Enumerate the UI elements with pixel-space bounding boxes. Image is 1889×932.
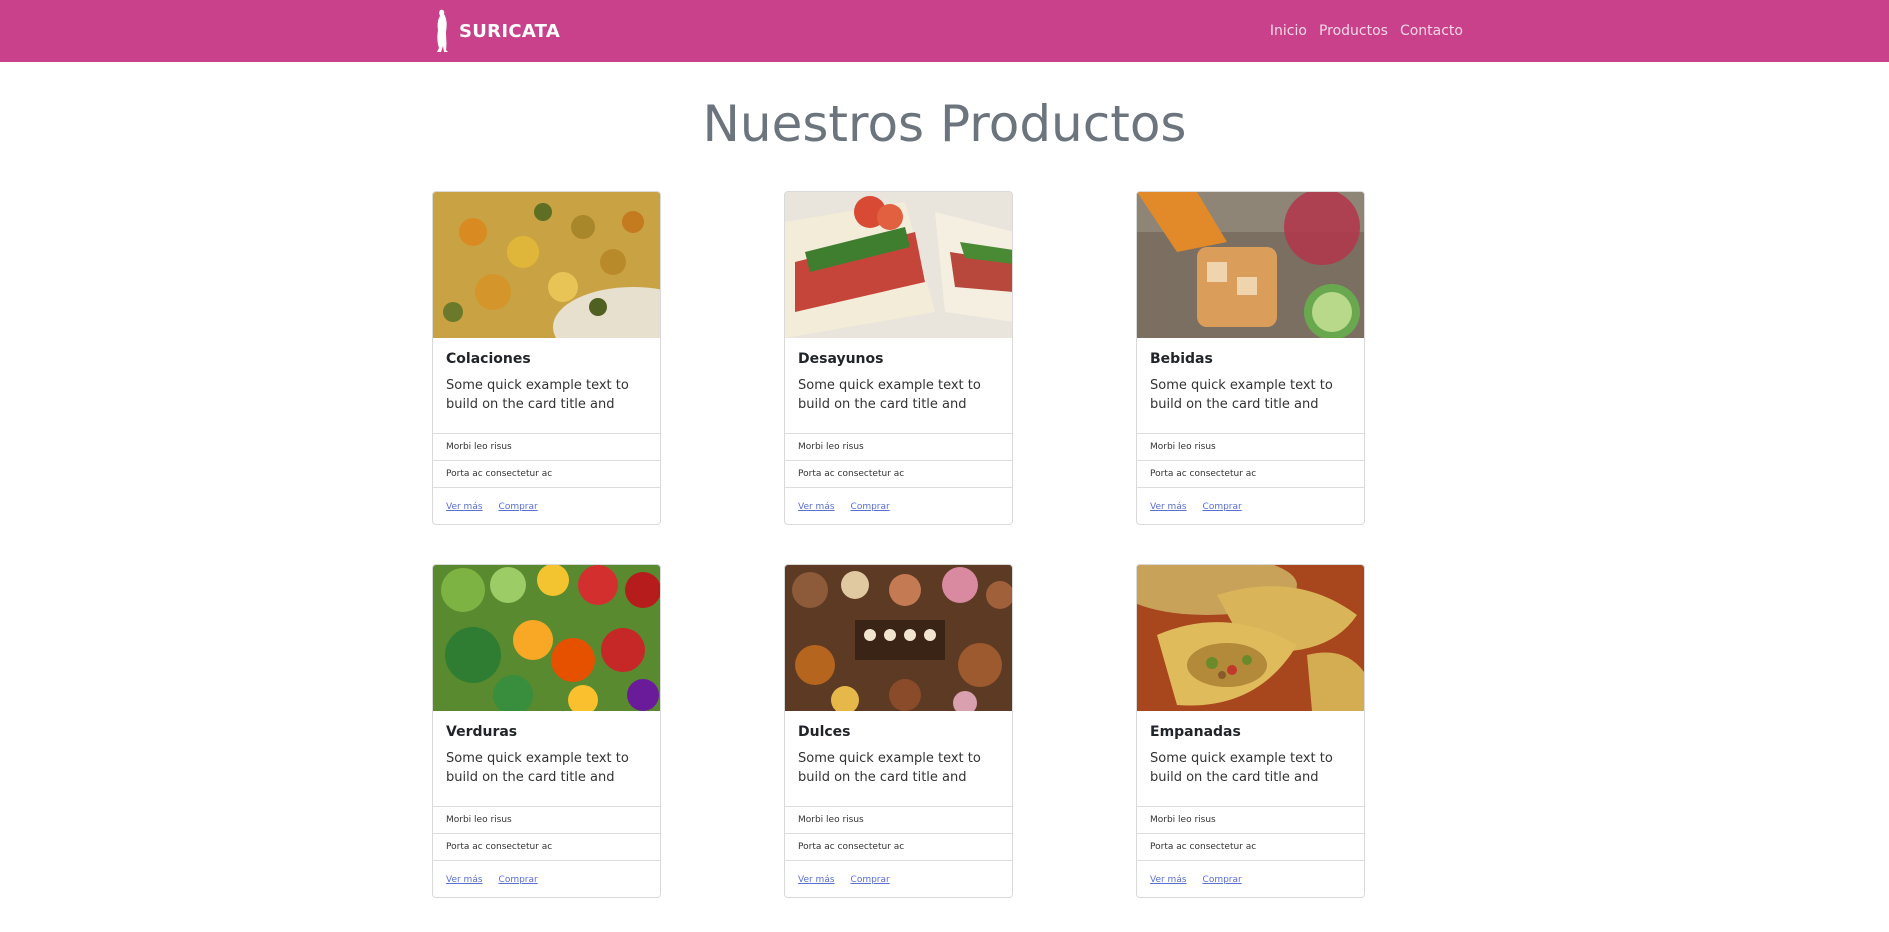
- brand-name: SURICATA: [459, 20, 561, 42]
- navbar: SURICATA Inicio Productos Contacto: [0, 0, 1889, 62]
- nav-link-contacto[interactable]: Contacto: [1400, 23, 1463, 39]
- page-title: Nuestros Productos: [702, 95, 1187, 153]
- nav-link-inicio[interactable]: Inicio: [1270, 23, 1307, 39]
- empanadas-image: [1137, 565, 1364, 711]
- card-text: Some quick example text to build on the …: [1150, 378, 1333, 412]
- ver-mas-link[interactable]: Ver más: [798, 875, 835, 885]
- card-title: Desayunos: [798, 351, 884, 367]
- ver-mas-link[interactable]: Ver más: [1150, 875, 1187, 885]
- product-card-desayunos: Desayunos Some quick example text to bui…: [784, 191, 1013, 525]
- sweets-image: [785, 565, 1012, 711]
- list-item: Morbi leo risus: [785, 807, 1012, 834]
- list-item: Porta ac consectetur ac: [433, 461, 660, 488]
- card-title: Dulces: [798, 724, 851, 740]
- ver-mas-link[interactable]: Ver más: [446, 502, 483, 512]
- comprar-link[interactable]: Comprar: [1203, 502, 1242, 512]
- card-text: Some quick example text to build on the …: [1150, 751, 1333, 785]
- comprar-link[interactable]: Comprar: [851, 502, 890, 512]
- vegetables-image: [433, 565, 660, 711]
- card-text: Some quick example text to build on the …: [798, 751, 981, 785]
- list-item: Morbi leo risus: [433, 807, 660, 834]
- ver-mas-link[interactable]: Ver más: [1150, 502, 1187, 512]
- comprar-link[interactable]: Comprar: [499, 875, 538, 885]
- list-item: Porta ac consectetur ac: [433, 834, 660, 861]
- card-title: Verduras: [446, 724, 518, 740]
- card-text: Some quick example text to build on the …: [446, 751, 629, 785]
- product-card-dulces: Dulces Some quick example text to build …: [784, 564, 1013, 898]
- meerkat-logo-icon: [437, 9, 448, 53]
- card-text: Some quick example text to build on the …: [446, 378, 629, 412]
- list-item: Morbi leo risus: [1137, 807, 1364, 834]
- comprar-link[interactable]: Comprar: [851, 875, 890, 885]
- product-card-empanadas: Empanadas Some quick example text to bui…: [1136, 564, 1365, 898]
- iced-drinks-image: [1137, 192, 1364, 338]
- nav-link-productos[interactable]: Productos: [1319, 23, 1388, 39]
- list-item: Porta ac consectetur ac: [785, 834, 1012, 861]
- list-item: Morbi leo risus: [433, 434, 660, 461]
- sandwich-image: [785, 192, 1012, 338]
- list-item: Morbi leo risus: [785, 434, 1012, 461]
- curry-dish-image: [433, 192, 660, 338]
- list-item: Porta ac consectetur ac: [1137, 834, 1364, 861]
- list-item: Morbi leo risus: [1137, 434, 1364, 461]
- comprar-link[interactable]: Comprar: [499, 502, 538, 512]
- card-title: Bebidas: [1150, 351, 1213, 367]
- card-title: Empanadas: [1150, 724, 1241, 740]
- brand-link[interactable]: SURICATA: [431, 8, 560, 54]
- card-title: Colaciones: [446, 351, 531, 367]
- product-card-colaciones: Colaciones Some quick example text to bu…: [432, 191, 661, 525]
- ver-mas-link[interactable]: Ver más: [798, 502, 835, 512]
- product-card-verduras: Verduras Some quick example text to buil…: [432, 564, 661, 898]
- comprar-link[interactable]: Comprar: [1203, 875, 1242, 885]
- list-item: Porta ac consectetur ac: [1137, 461, 1364, 488]
- card-text: Some quick example text to build on the …: [798, 378, 981, 412]
- product-card-bebidas: Bebidas Some quick example text to build…: [1136, 191, 1365, 525]
- nav-links: Inicio Productos Contacto: [1270, 0, 1463, 62]
- ver-mas-link[interactable]: Ver más: [446, 875, 483, 885]
- list-item: Porta ac consectetur ac: [785, 461, 1012, 488]
